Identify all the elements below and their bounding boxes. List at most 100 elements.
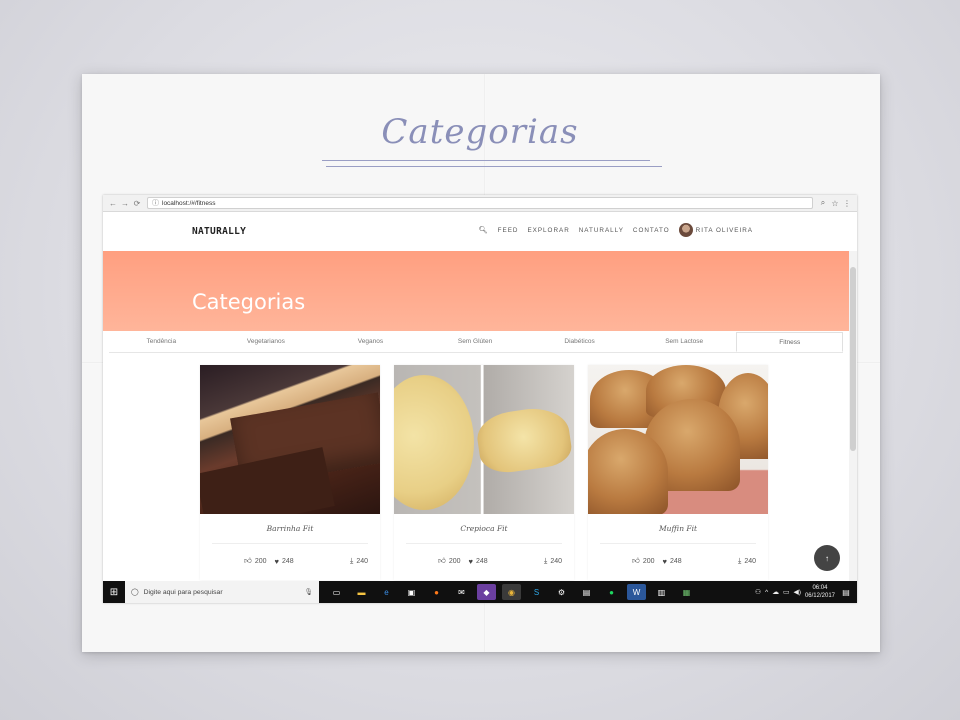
network-icon[interactable]: ☁ bbox=[772, 588, 779, 596]
sheet-title: Categorias bbox=[381, 112, 579, 152]
recipe-title[interactable]: Barrinha Fit bbox=[212, 514, 368, 544]
terminal-icon[interactable]: ▤ bbox=[577, 584, 596, 600]
zoom-icon[interactable]: ⌕ bbox=[817, 198, 829, 208]
info-icon[interactable]: ⓘ bbox=[152, 198, 159, 208]
recipe-stats: 👍︎ 200 ♥ 248 ⤓ 240 bbox=[588, 544, 768, 578]
download-stat[interactable]: ⤓ 240 bbox=[350, 556, 368, 566]
like-count: 200 bbox=[254, 557, 267, 565]
taskbar-search-placeholder: Digite aqui para pesquisar bbox=[143, 588, 223, 596]
taskbar-search[interactable]: ◯ Digite aqui para pesquisar 🎙︎ bbox=[125, 581, 319, 603]
recipe-image[interactable] bbox=[394, 365, 574, 514]
tab-veganos[interactable]: Veganos bbox=[318, 332, 423, 352]
recipe-cards: Barrinha Fit 👍︎ 200 ♥ 248 ⤓ 240 Crepioca Fi… bbox=[200, 365, 768, 580]
page-title: Categorias bbox=[192, 290, 306, 314]
browser-window: ← → ⟳ ⓘ localhost:/#/fitness ⌕ ☆ ⋮ NATUR… bbox=[103, 195, 857, 603]
recipe-card[interactable]: Crepioca Fit 👍︎ 200 ♥ 248 ⤓ 240 bbox=[394, 365, 574, 580]
recipe-title[interactable]: Crepioca Fit bbox=[406, 514, 562, 544]
page-scrollbar[interactable] bbox=[849, 251, 857, 581]
recipe-card[interactable]: Barrinha Fit 👍︎ 200 ♥ 248 ⤓ 240 bbox=[200, 365, 380, 580]
tab-vegetarianos[interactable]: Vegetarianos bbox=[214, 332, 319, 352]
heart-icon: ♥ bbox=[468, 556, 473, 566]
heart-stat[interactable]: ♥ 248 bbox=[663, 557, 682, 566]
microphone-icon[interactable]: 🎙︎ bbox=[304, 588, 313, 596]
url-text: localhost:/#/fitness bbox=[162, 199, 216, 207]
windows-start-icon[interactable]: ⊞ bbox=[103, 587, 125, 598]
site-header: NATURALLY 🔍︎ FEED EXPLORAR NATURALLY CON… bbox=[103, 213, 849, 251]
like-stat[interactable]: 👍︎ 200 bbox=[438, 556, 461, 566]
tray-chevron-icon[interactable]: ^ bbox=[765, 589, 768, 596]
tab-sem-gluten[interactable]: Sem Glúten bbox=[423, 332, 528, 352]
forward-icon[interactable]: → bbox=[119, 199, 131, 208]
browser-toolbar: ← → ⟳ ⓘ localhost:/#/fitness ⌕ ☆ ⋮ bbox=[103, 195, 857, 212]
heart-stat[interactable]: ♥ 248 bbox=[275, 557, 294, 566]
download-icon: ⤓ bbox=[737, 556, 742, 565]
tab-fitness[interactable]: Fitness bbox=[736, 332, 844, 352]
menu-item-naturally[interactable]: NATURALLY bbox=[579, 227, 624, 234]
word-icon[interactable]: W bbox=[627, 584, 646, 600]
chrome-icon[interactable]: ◉ bbox=[502, 584, 521, 600]
heart-count: 248 bbox=[669, 557, 682, 565]
like-stat[interactable]: 👍︎ 200 bbox=[632, 556, 655, 566]
taskbar-clock[interactable]: 06:04 06/12/2017 bbox=[805, 584, 835, 600]
menu-icon[interactable]: ⋮ bbox=[841, 199, 853, 208]
heart-count: 248 bbox=[281, 557, 294, 565]
title-underline-2 bbox=[326, 166, 662, 167]
title-underline bbox=[322, 160, 650, 161]
recipe-stats: 👍︎ 200 ♥ 248 ⤓ 240 bbox=[200, 544, 380, 578]
main-menu: 🔍︎ FEED EXPLORAR NATURALLY CONTATO RITA … bbox=[479, 223, 753, 237]
back-icon[interactable]: ← bbox=[107, 199, 119, 208]
spotify-icon[interactable]: ● bbox=[602, 584, 621, 600]
recipe-card[interactable]: Muffin Fit 👍︎ 200 ♥ 248 ⤓ 240 bbox=[588, 365, 768, 580]
green-app-icon[interactable]: ▦ bbox=[677, 584, 696, 600]
user-menu[interactable]: RITA OLIVEIRA bbox=[678, 223, 753, 237]
system-tray: ⚇ ^ ☁ ▭ ◀) 06:04 06/12/2017 ▤ bbox=[755, 584, 857, 600]
skype-icon[interactable]: S bbox=[527, 584, 546, 600]
tab-sem-lactose[interactable]: Sem Lactose bbox=[632, 332, 737, 352]
like-count: 200 bbox=[448, 557, 461, 565]
reload-icon[interactable]: ⟳ bbox=[131, 199, 143, 208]
site-logo[interactable]: NATURALLY bbox=[192, 226, 246, 237]
settings-icon[interactable]: ⚙ bbox=[552, 584, 571, 600]
tab-diabeticos[interactable]: Diabéticos bbox=[527, 332, 632, 352]
like-count: 200 bbox=[642, 557, 655, 565]
purple-app-icon[interactable]: ◆ bbox=[477, 584, 496, 600]
user-name: RITA OLIVEIRA bbox=[695, 226, 753, 234]
recipe-image[interactable] bbox=[588, 365, 768, 514]
notepad-icon[interactable]: ▥ bbox=[652, 584, 671, 600]
scroll-to-top-button[interactable]: ↑ bbox=[814, 545, 840, 571]
heart-stat[interactable]: ♥ 248 bbox=[469, 557, 488, 566]
clock-date: 06/12/2017 bbox=[804, 593, 835, 599]
mail-icon[interactable]: ✉ bbox=[452, 584, 471, 600]
download-icon: ⤓ bbox=[349, 556, 354, 565]
recipe-title[interactable]: Muffin Fit bbox=[600, 514, 756, 544]
cortana-icon: ◯ bbox=[131, 589, 139, 596]
download-stat[interactable]: ⤓ 240 bbox=[544, 556, 562, 566]
menu-item-explorar[interactable]: EXPLORAR bbox=[527, 227, 569, 234]
avatar bbox=[678, 223, 693, 237]
notification-icon[interactable]: ▤ bbox=[839, 588, 853, 597]
address-bar[interactable]: ⓘ localhost:/#/fitness bbox=[147, 197, 813, 209]
download-count: 240 bbox=[744, 557, 756, 565]
like-stat[interactable]: 👍︎ 200 bbox=[244, 556, 267, 566]
firefox-icon[interactable]: ● bbox=[427, 584, 446, 600]
volume-icon[interactable]: ◀) bbox=[793, 588, 801, 596]
download-count: 240 bbox=[356, 557, 368, 565]
star-icon[interactable]: ☆ bbox=[829, 199, 841, 208]
tab-tendencia[interactable]: Tendência bbox=[109, 332, 214, 352]
menu-item-feed[interactable]: FEED bbox=[498, 227, 519, 234]
people-icon[interactable]: ⚇ bbox=[755, 588, 761, 596]
hero-banner: Categorias bbox=[103, 251, 849, 331]
file-explorer-icon[interactable]: ▬ bbox=[352, 584, 371, 600]
search-icon[interactable]: 🔍︎ bbox=[479, 226, 489, 234]
store-icon[interactable]: ▣ bbox=[402, 584, 421, 600]
download-stat[interactable]: ⤓ 240 bbox=[738, 556, 756, 566]
scrollbar-thumb[interactable] bbox=[850, 267, 856, 451]
recipe-image[interactable] bbox=[200, 365, 380, 514]
edge-icon[interactable]: e bbox=[377, 584, 396, 600]
task-view-icon[interactable]: ▭ bbox=[327, 584, 346, 600]
category-tabs: Tendência Vegetarianos Veganos Sem Glúte… bbox=[109, 332, 844, 353]
thumbs-up-icon: 👍︎ bbox=[632, 556, 640, 565]
menu-item-contato[interactable]: CONTATO bbox=[633, 227, 670, 234]
battery-icon[interactable]: ▭ bbox=[783, 588, 789, 596]
windows-taskbar: ⊞ ◯ Digite aqui para pesquisar 🎙︎ ▭ ▬ e … bbox=[103, 581, 857, 603]
